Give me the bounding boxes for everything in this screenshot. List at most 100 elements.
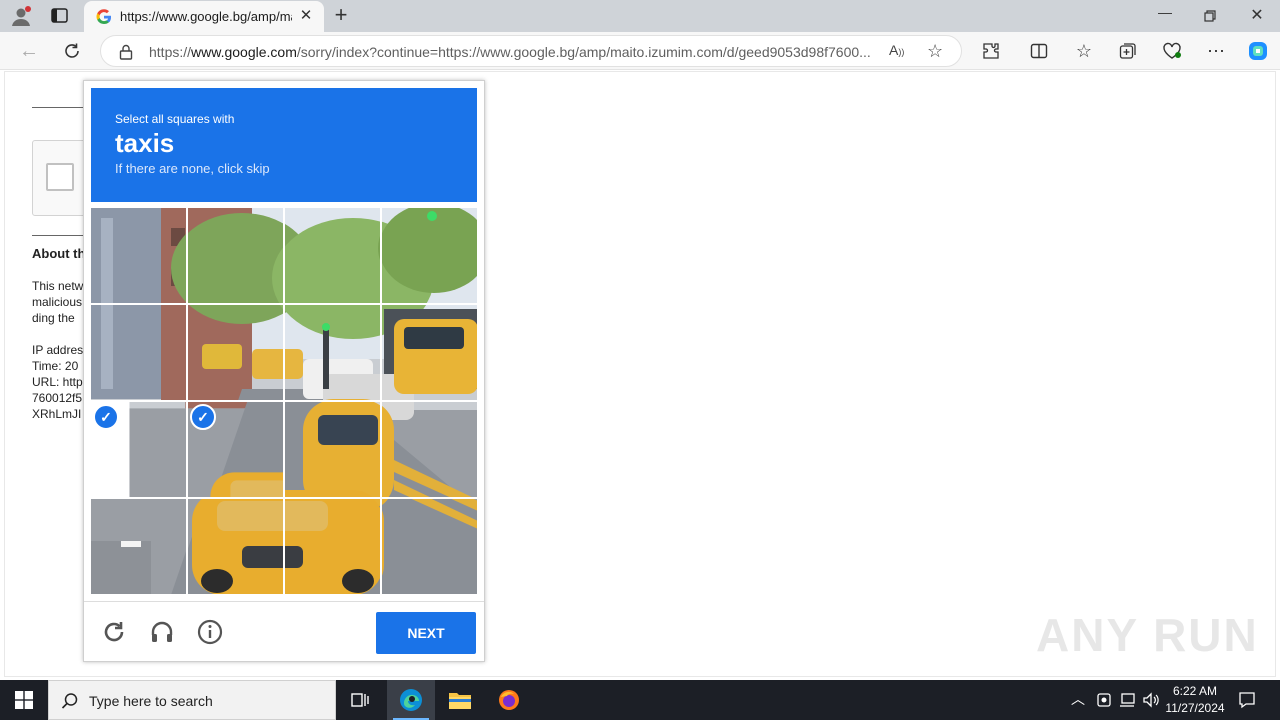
selected-check-icon: ✓ [190, 404, 216, 430]
new-tab-icon[interactable]: + [330, 4, 352, 26]
tile-image [91, 208, 186, 303]
challenge-instruction: Select all squares with [115, 112, 235, 126]
lock-icon[interactable] [119, 44, 133, 60]
about-text-line: malicious [32, 295, 83, 309]
address-bar[interactable]: https://www.google.com/sorry/index?conti… [100, 35, 962, 67]
image-tile[interactable] [188, 499, 283, 594]
recaptcha-challenge: Select all squares with taxis If there a… [83, 80, 485, 662]
extensions-icon[interactable] [976, 36, 1006, 66]
image-tile[interactable] [382, 499, 477, 594]
split-screen-icon[interactable] [1024, 36, 1054, 66]
image-tile[interactable] [91, 499, 186, 594]
image-tile[interactable] [382, 305, 477, 400]
refresh-icon[interactable] [57, 36, 87, 66]
info-line: IP addres [32, 343, 84, 357]
title-bar: https://www.google.bg/amp/maito.izumim.c… [0, 0, 1280, 32]
selected-check-icon: ✓ [93, 404, 119, 430]
about-text-line: This netw [32, 279, 84, 293]
tile-image [382, 208, 477, 303]
more-menu-icon[interactable]: ⋯ [1201, 36, 1231, 66]
edge-taskbar-icon[interactable] [387, 680, 435, 720]
image-tile[interactable]: ✓ [188, 402, 283, 497]
recaptcha-checkbox[interactable] [46, 163, 74, 191]
url-domain: www.google.com [191, 44, 297, 60]
image-tile[interactable] [382, 208, 477, 303]
tile-image [285, 499, 380, 594]
favorites-icon[interactable]: ☆ [1069, 36, 1099, 66]
tile-image [285, 402, 380, 497]
reload-icon[interactable] [96, 614, 132, 650]
audio-challenge-icon[interactable] [144, 614, 180, 650]
tile-image [91, 499, 186, 594]
taskbar-clock[interactable]: 6:22 AM 11/27/2024 [1160, 683, 1230, 717]
tab-title: https://www.google.bg/amp/maito.izumim.c… [120, 9, 292, 24]
tile-image [285, 305, 380, 400]
info-line: Time: 20 [32, 359, 79, 373]
tile-image [382, 402, 477, 497]
image-tile[interactable] [285, 305, 380, 400]
tile-image [188, 305, 283, 400]
info-line: URL: http [32, 375, 83, 389]
image-tile[interactable] [285, 208, 380, 303]
favorite-star-icon[interactable]: ☆ [927, 41, 949, 63]
about-text-line: ding the [32, 311, 75, 325]
network-icon[interactable] [1118, 692, 1136, 708]
image-grid: ✓ ✓ [91, 208, 478, 595]
close-window-icon[interactable]: ✕ [1246, 5, 1268, 27]
back-icon[interactable]: ← [14, 36, 44, 66]
image-tile[interactable] [285, 402, 380, 497]
task-view-icon[interactable] [336, 680, 384, 720]
tile-image [188, 499, 283, 594]
notifications-icon[interactable] [1238, 691, 1256, 709]
info-icon[interactable] [192, 614, 228, 650]
image-tile[interactable] [91, 305, 186, 400]
challenge-target: taxis [115, 128, 175, 158]
anyrun-watermark: ANY RUN [1036, 609, 1259, 661]
search-icon [61, 692, 79, 710]
active-tab[interactable]: https://www.google.bg/amp/maito.izumim.c… [84, 1, 324, 32]
taskbar: Type here to search ︿ 6:22 AM 11/27/2024 [0, 680, 1280, 720]
tab-actions-icon[interactable] [50, 7, 70, 25]
taskbar-search-box[interactable]: Type here to search [48, 680, 336, 720]
challenge-footer: NEXT [84, 601, 484, 661]
tray-overflow-icon[interactable]: ︿ [1071, 689, 1085, 709]
collections-icon[interactable] [1113, 36, 1143, 66]
firefox-icon[interactable] [485, 680, 533, 720]
security-tray-icon[interactable] [1096, 692, 1112, 708]
volume-icon[interactable] [1142, 691, 1160, 709]
about-heading: About th [32, 246, 86, 261]
challenge-header: Select all squares with taxis If there a… [91, 88, 477, 202]
tile-image [129, 402, 186, 497]
next-button[interactable]: NEXT [376, 612, 476, 654]
clock-time: 6:22 AM [1172, 684, 1218, 698]
url-text[interactable]: https://www.google.com/sorry/index?conti… [149, 44, 879, 60]
file-explorer-icon[interactable] [436, 680, 484, 720]
browser-toolbar: ← https://www.google.com/sorry/index?con… [0, 32, 1280, 70]
start-button[interactable] [0, 680, 48, 720]
image-tile[interactable] [91, 208, 186, 303]
tile-image [382, 499, 477, 594]
image-tile[interactable] [285, 499, 380, 594]
challenge-hint: If there are none, click skip [115, 161, 270, 176]
profile-icon[interactable] [10, 5, 32, 27]
image-tile[interactable] [382, 402, 477, 497]
url-path: /sorry/index?continue=https://www.google… [296, 44, 871, 60]
clock-date: 11/27/2024 [1165, 701, 1225, 715]
image-tile[interactable] [188, 305, 283, 400]
tile-image [285, 208, 380, 303]
image-tile[interactable] [188, 208, 283, 303]
tile-image [188, 208, 283, 303]
read-aloud-icon[interactable]: A)) [889, 42, 909, 62]
tile-image [382, 305, 477, 400]
url-prefix: https:// [149, 44, 192, 60]
tab-close-icon[interactable]: ✕ [298, 8, 314, 24]
search-placeholder: Type here to search [89, 693, 213, 709]
minimize-icon[interactable]: — [1150, 4, 1180, 26]
info-line: XRhLmJI [32, 407, 82, 421]
google-favicon-icon [96, 9, 112, 25]
copilot-icon[interactable] [1243, 36, 1273, 66]
info-line: 760012f5 [32, 391, 83, 405]
restore-icon[interactable] [1200, 8, 1220, 24]
image-tile[interactable]: ✓ [91, 402, 186, 497]
browser-essentials-icon[interactable] [1157, 36, 1187, 66]
